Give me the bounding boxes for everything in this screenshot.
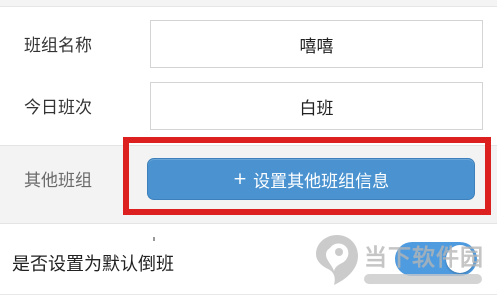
group-name-field[interactable]: 嘻嘻: [150, 20, 483, 68]
shift-group-settings-page: 班组名称 嘻嘻 今日班次 白班 其他班组 + 设置其他班组信息 是否设置为默认倒…: [0, 0, 497, 305]
default-rotation-toggle[interactable]: [395, 242, 477, 276]
small-mark: [153, 237, 155, 241]
group-name-label: 班组名称: [24, 36, 92, 56]
other-groups-label: 其他班组: [24, 171, 92, 191]
watermark-logo-icon: [316, 235, 358, 285]
top-strip: [0, 0, 497, 7]
today-shift-label: 今日班次: [24, 98, 92, 118]
row-divider: [0, 294, 497, 295]
red-highlight-frame: [123, 137, 491, 215]
default-rotation-label: 是否设置为默认倒班: [12, 254, 174, 275]
today-shift-field[interactable]: 白班: [150, 82, 483, 130]
toggle-knob: [446, 245, 474, 273]
